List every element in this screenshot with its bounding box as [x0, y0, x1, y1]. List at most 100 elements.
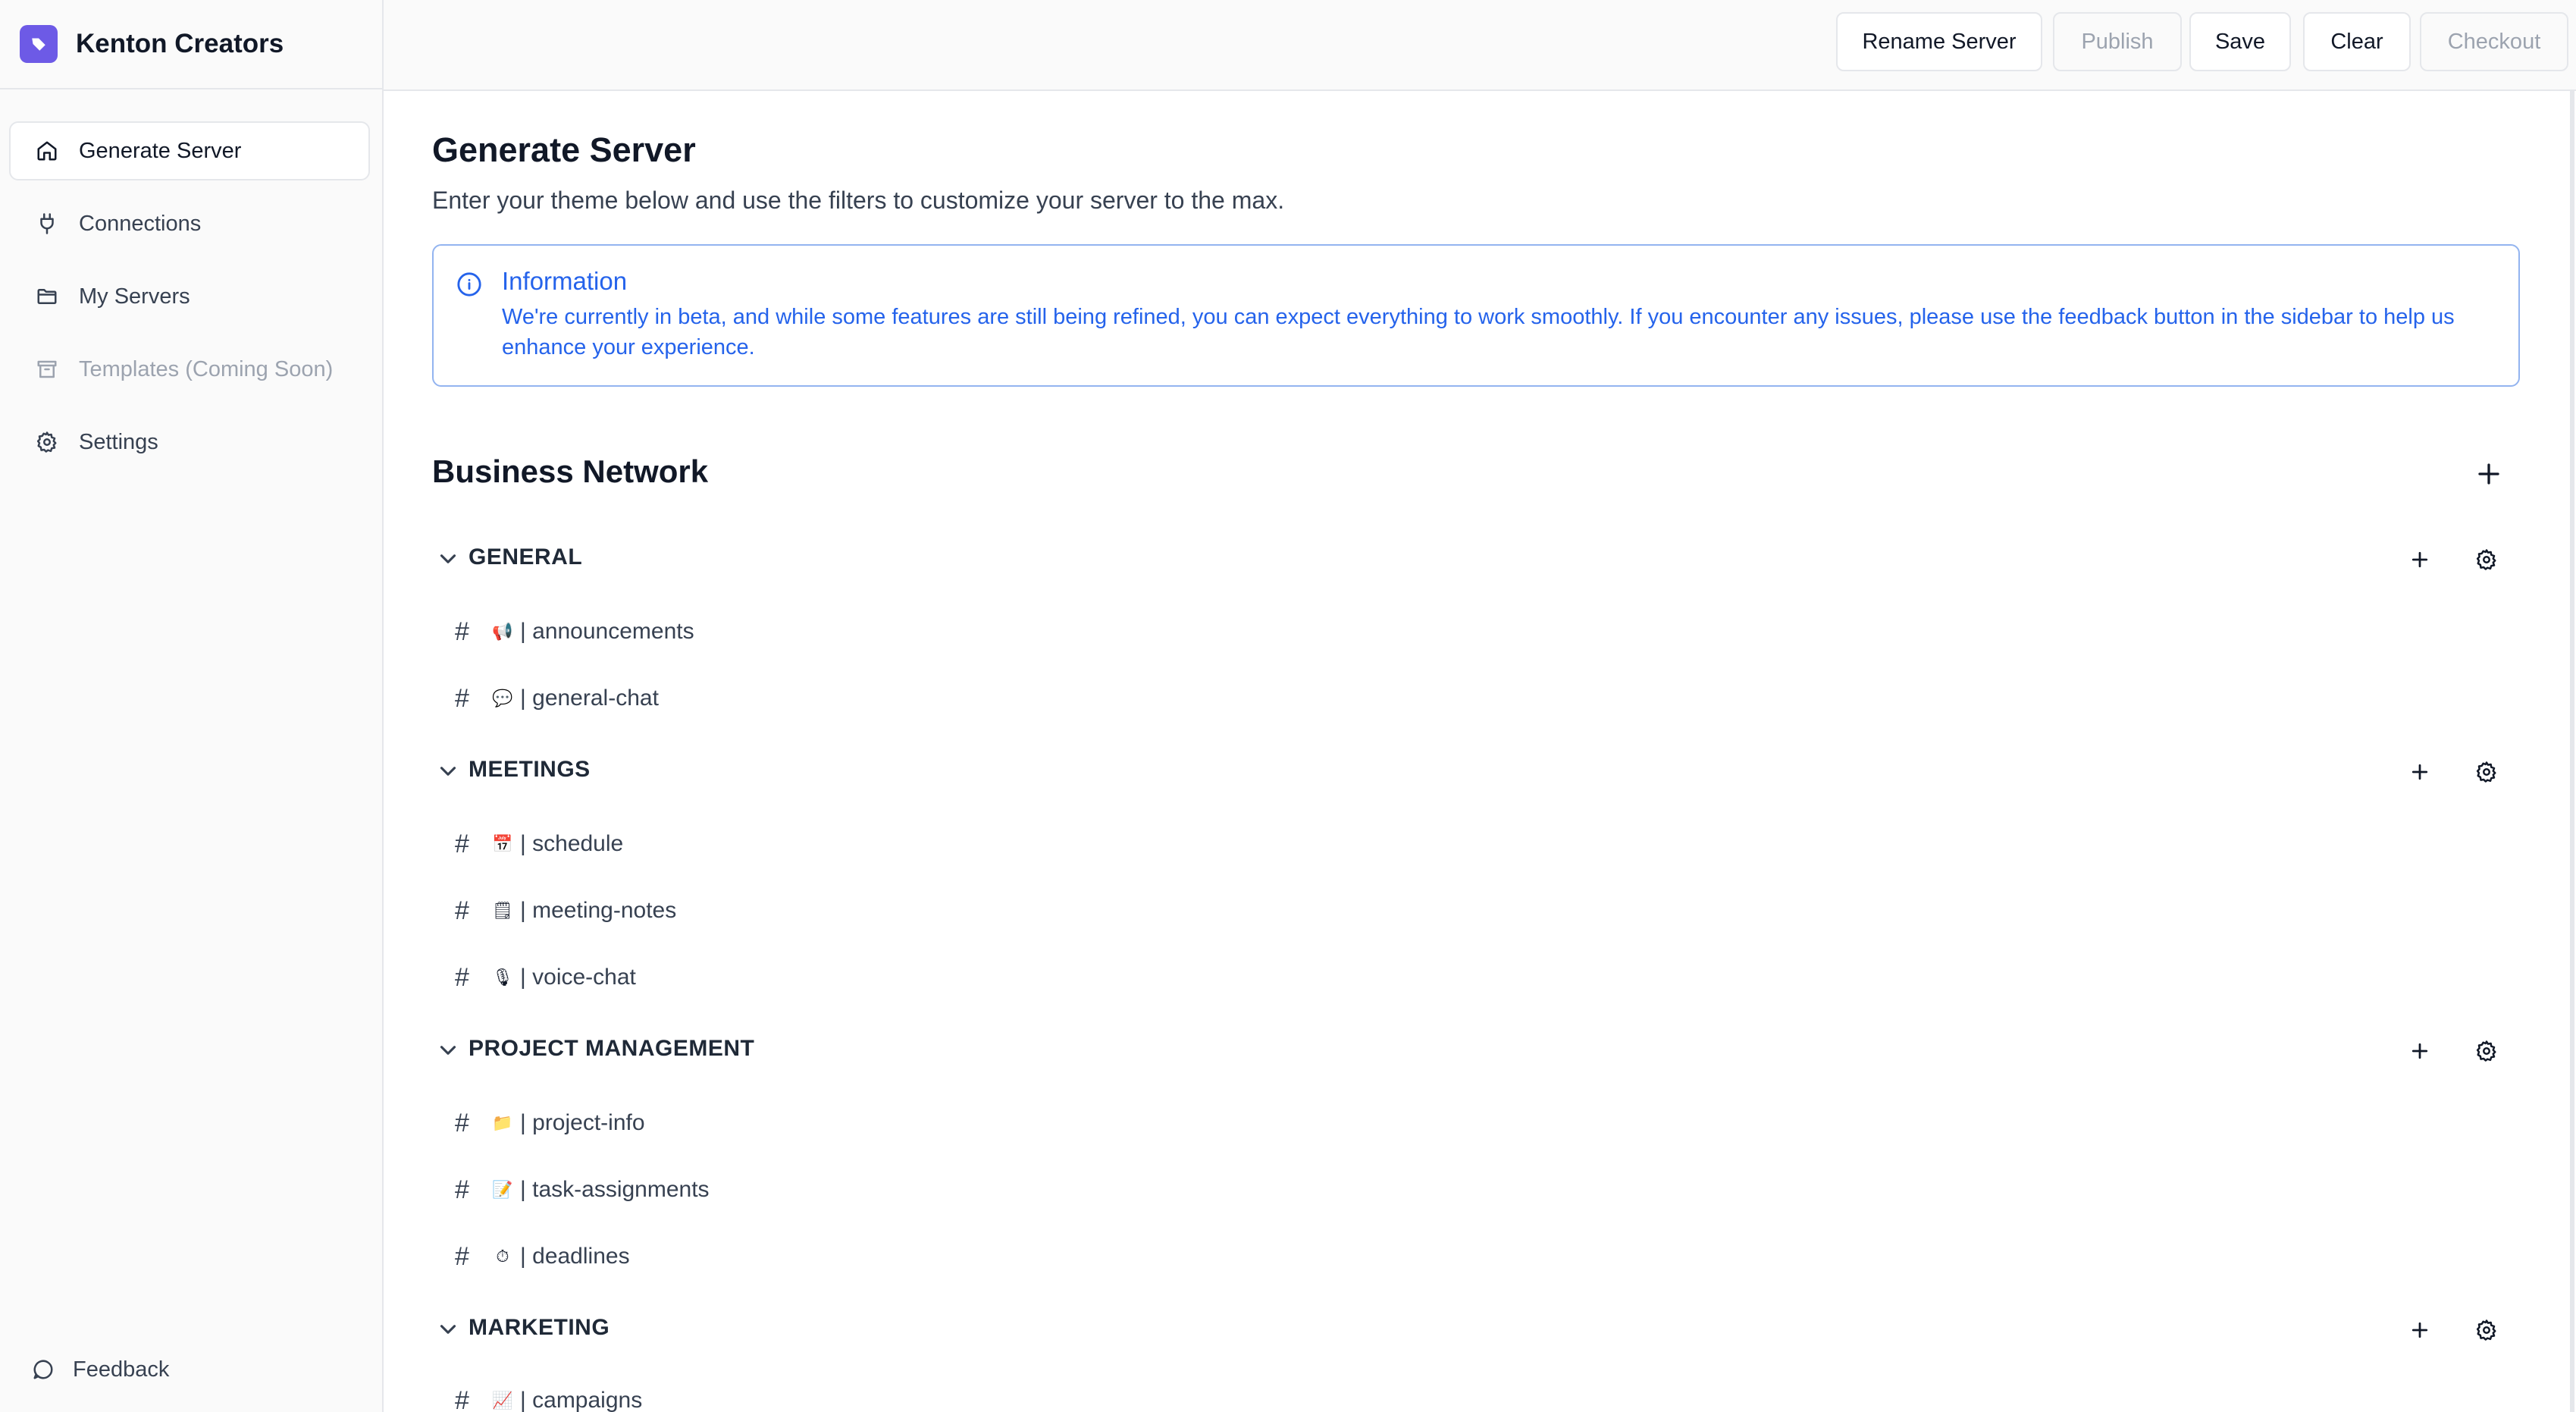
add-channel-button[interactable]	[2403, 1313, 2437, 1347]
server-name: Business Network	[432, 453, 709, 489]
category-meetings[interactable]: MEETINGS	[432, 745, 2524, 798]
add-channel-button[interactable]	[2403, 755, 2437, 789]
gear-icon	[2476, 1040, 2496, 1062]
channel-name: | general-chat	[520, 686, 659, 711]
gear-icon	[2476, 761, 2496, 783]
add-channel-button[interactable]	[2403, 1034, 2437, 1068]
hash-icon: #	[455, 896, 469, 925]
category-marketing[interactable]: MARKETING	[432, 1303, 2524, 1356]
channel-item[interactable]: # 🎙 | voice-chat	[432, 954, 1342, 1003]
calendar-icon: 📅	[492, 834, 513, 853]
category-settings-button[interactable]	[2470, 755, 2503, 789]
category-general[interactable]: GENERAL	[432, 532, 2524, 585]
info-icon	[457, 272, 481, 297]
message-circle-icon	[33, 1360, 53, 1379]
home-icon	[33, 137, 61, 165]
channel-item[interactable]: # 💬 | general-chat	[432, 675, 1342, 723]
channel-name: | campaigns	[520, 1388, 643, 1412]
gear-icon	[2476, 549, 2496, 570]
top-toolbar: Rename Server Publish Save Clear Checkou…	[384, 0, 2576, 91]
sidebar-item-label: Settings	[79, 429, 158, 454]
microphone-icon: 🎙	[492, 968, 513, 987]
sidebar-item-label: Generate Server	[79, 138, 242, 163]
archive-icon	[33, 356, 61, 383]
megaphone-icon: 📢	[492, 622, 513, 641]
hash-icon: #	[455, 617, 469, 646]
channel-name: | deadlines	[520, 1244, 630, 1269]
stopwatch-icon: ⏱	[496, 1247, 509, 1266]
channel-item[interactable]: # 📅 | schedule	[432, 821, 1342, 869]
hash-icon: #	[455, 684, 469, 713]
channel-name: | project-info	[520, 1110, 645, 1135]
page-title: Generate Server	[432, 130, 696, 169]
folder-icon	[33, 283, 61, 310]
plus-icon	[2411, 1043, 2428, 1059]
sidebar-item-label: Connections	[79, 211, 202, 236]
feedback-label: Feedback	[73, 1357, 170, 1382]
chevron-down-icon[interactable]	[435, 546, 461, 572]
app-root: Kenton Creators Generate Server Connecti…	[0, 0, 2576, 1412]
channel-name: | meeting-notes	[520, 898, 677, 923]
sidebar-item-label: My Servers	[79, 284, 190, 309]
sidebar-item-my-servers[interactable]: My Servers	[9, 267, 370, 326]
clear-button[interactable]: Clear	[2303, 12, 2411, 71]
tag-icon	[32, 38, 45, 51]
sidebar-item-generate-server[interactable]: Generate Server	[9, 121, 370, 180]
notepad-icon: 🗒	[492, 901, 513, 920]
publish-button[interactable]: Publish	[2053, 12, 2182, 71]
channel-item[interactable]: # 📝 | task-assignments	[432, 1166, 1342, 1215]
add-channel-button[interactable]	[2403, 543, 2437, 576]
category-settings-button[interactable]	[2470, 1313, 2503, 1347]
info-alert: Information We're currently in beta, and…	[432, 244, 2520, 387]
category-name: MEETINGS	[469, 757, 591, 782]
plus-icon	[2411, 551, 2428, 568]
page-subtitle: Enter your theme below and use the filte…	[432, 187, 1285, 214]
scrollbar[interactable]	[2570, 91, 2574, 1412]
channel-item[interactable]: # 📁 | project-info	[432, 1100, 1342, 1148]
channel-name: | announcements	[520, 619, 694, 644]
sidebar-item-connections[interactable]: Connections	[9, 194, 370, 253]
category-name: MARKETING	[469, 1315, 610, 1340]
add-category-button[interactable]	[2470, 455, 2508, 493]
sidebar-item-settings[interactable]: Settings	[9, 413, 370, 472]
hash-icon: #	[455, 830, 469, 858]
channel-item[interactable]: # 📈 | campaigns	[432, 1377, 1342, 1412]
memo-icon: 📝	[492, 1180, 513, 1199]
info-text: We're currently in beta, and while some …	[502, 305, 2455, 359]
hash-icon: #	[455, 1109, 469, 1137]
category-settings-button[interactable]	[2470, 543, 2503, 576]
channel-item[interactable]: # ⏱ | deadlines	[432, 1233, 1342, 1282]
hash-icon: #	[455, 1175, 469, 1204]
folder-icon: 📁	[492, 1113, 513, 1132]
chevron-down-icon[interactable]	[435, 1316, 461, 1342]
category-name: GENERAL	[469, 544, 583, 570]
category-project-management[interactable]: PROJECT MANAGEMENT	[432, 1024, 2524, 1077]
chevron-down-icon[interactable]	[435, 758, 461, 784]
plug-icon	[33, 210, 61, 237]
sidebar-item-templates[interactable]: Templates (Coming Soon)	[9, 340, 370, 399]
category-name: PROJECT MANAGEMENT	[469, 1036, 755, 1061]
channel-item[interactable]: # 📢 | announcements	[432, 608, 1342, 657]
channel-name: | schedule	[520, 831, 624, 856]
channel-item[interactable]: # 🗒 | meeting-notes	[432, 887, 1342, 936]
category-settings-button[interactable]	[2470, 1034, 2503, 1068]
rename-server-button[interactable]: Rename Server	[1836, 12, 2042, 71]
brand-name: Kenton Creators	[76, 29, 284, 58]
info-title: Information	[502, 267, 628, 295]
checkout-button[interactable]: Checkout	[2420, 12, 2568, 71]
save-button[interactable]: Save	[2189, 12, 2291, 71]
sidebar-nav: Generate Server Connections My Servers T…	[9, 121, 370, 485]
plus-icon	[2411, 1322, 2428, 1338]
channel-name: | voice-chat	[520, 965, 636, 990]
brand-logo-icon	[20, 25, 58, 63]
chevron-down-icon[interactable]	[435, 1037, 461, 1063]
brand-header: Kenton Creators	[0, 0, 382, 89]
sidebar: Kenton Creators Generate Server Connecti…	[0, 0, 384, 1412]
gear-icon	[2476, 1319, 2496, 1341]
sidebar-item-label: Templates (Coming Soon)	[79, 356, 334, 381]
feedback-button[interactable]: Feedback	[32, 1347, 169, 1392]
plus-icon	[2411, 764, 2428, 780]
chart-increasing-icon: 📈	[492, 1391, 513, 1410]
hash-icon: #	[455, 1242, 469, 1271]
channel-name: | task-assignments	[520, 1177, 710, 1202]
